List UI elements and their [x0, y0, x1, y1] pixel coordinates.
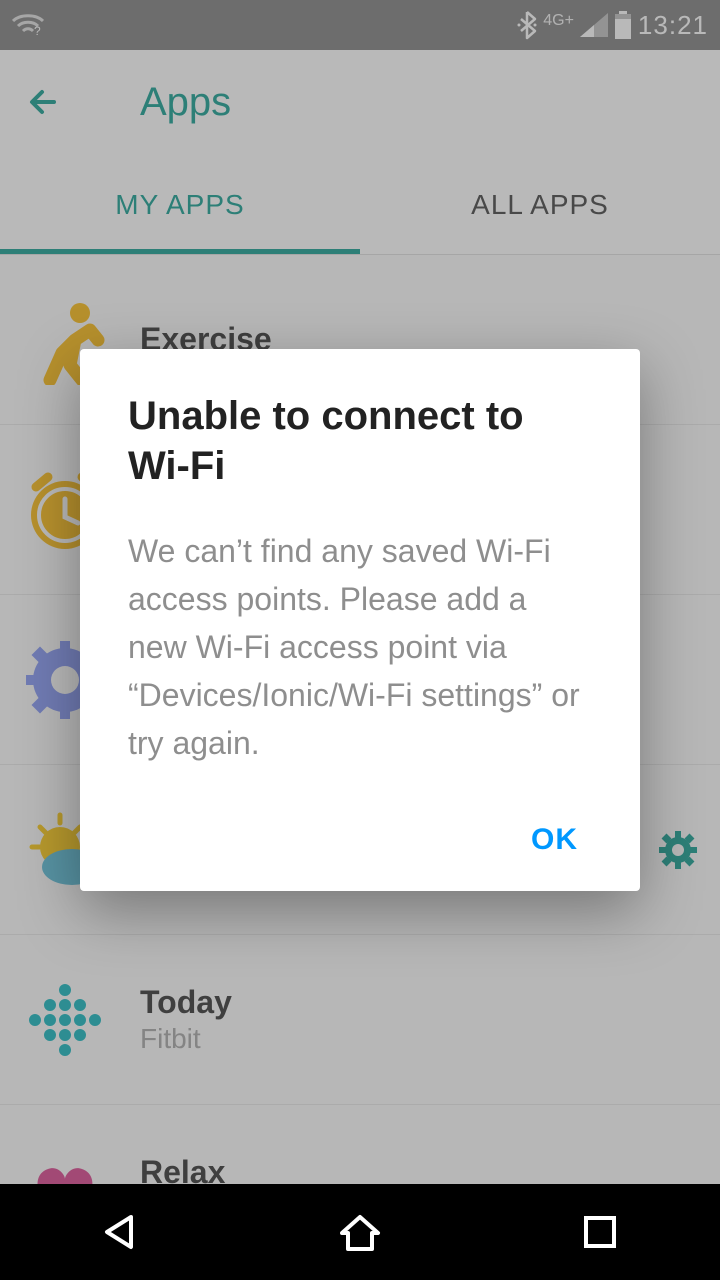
dialog-body: We can’t find any saved Wi-Fi access poi… — [128, 527, 592, 767]
wifi-error-dialog: Unable to connect to Wi-Fi We can’t find… — [80, 349, 640, 891]
dialog-overlay: Unable to connect to Wi-Fi We can’t find… — [0, 0, 720, 1280]
nav-home-button[interactable] — [300, 1202, 420, 1262]
navigation-bar — [0, 1184, 720, 1280]
dialog-title: Unable to connect to Wi-Fi — [128, 391, 592, 491]
nav-recent-button[interactable] — [540, 1202, 660, 1262]
nav-back-button[interactable] — [60, 1202, 180, 1262]
ok-button[interactable]: OK — [517, 815, 592, 865]
